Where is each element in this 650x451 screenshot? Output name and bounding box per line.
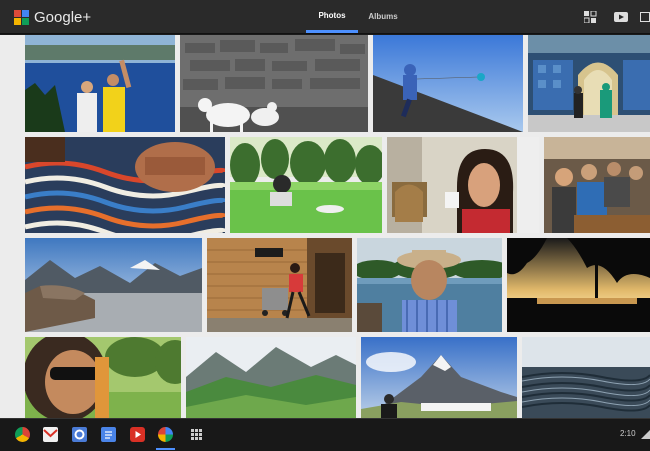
- gmail-icon[interactable]: [43, 427, 58, 442]
- photo-tile[interactable]: [522, 337, 650, 418]
- google-photos-icon[interactable]: [158, 427, 173, 442]
- photo-tile[interactable]: [230, 137, 382, 233]
- pinwheel-icon: [14, 9, 29, 25]
- apps-launcher-icon[interactable]: [189, 427, 204, 442]
- photo-tile[interactable]: [528, 35, 650, 132]
- youtube-icon[interactable]: [614, 10, 628, 22]
- photo-tile[interactable]: [25, 137, 225, 233]
- photo-tile[interactable]: [361, 337, 517, 418]
- photo-tile[interactable]: [180, 35, 368, 132]
- photo-tile[interactable]: [373, 35, 523, 132]
- tab-albums[interactable]: Albums: [362, 0, 404, 33]
- docs-icon[interactable]: [101, 427, 116, 442]
- photo-tile[interactable]: [507, 238, 650, 332]
- photo-tile[interactable]: [186, 337, 356, 418]
- top-bar: Google+ Photos Albums: [0, 0, 650, 34]
- photo-tile[interactable]: [207, 238, 352, 332]
- tab-photos[interactable]: Photos: [306, 0, 358, 33]
- status-area[interactable]: [641, 427, 650, 442]
- photo-grid: [25, 35, 650, 418]
- chrome-icon[interactable]: [15, 427, 30, 442]
- photo-tile[interactable]: [25, 35, 175, 132]
- youtube-icon[interactable]: [130, 427, 145, 442]
- photo-tile[interactable]: [25, 238, 202, 332]
- grid-select-icon[interactable]: [583, 10, 598, 24]
- window-icon[interactable]: [640, 10, 650, 22]
- photo-tile[interactable]: [387, 137, 539, 233]
- taskbar: 2:10: [0, 418, 650, 451]
- google-plus-logo[interactable]: Google+: [14, 8, 91, 26]
- system-clock[interactable]: 2:10: [620, 429, 636, 438]
- photo-tile[interactable]: [25, 337, 181, 418]
- logo-text: Google+: [34, 8, 92, 26]
- left-gutter: [0, 35, 25, 418]
- photo-tile[interactable]: [544, 137, 650, 233]
- photo-tile[interactable]: [357, 238, 502, 332]
- google-search-icon[interactable]: [72, 427, 87, 442]
